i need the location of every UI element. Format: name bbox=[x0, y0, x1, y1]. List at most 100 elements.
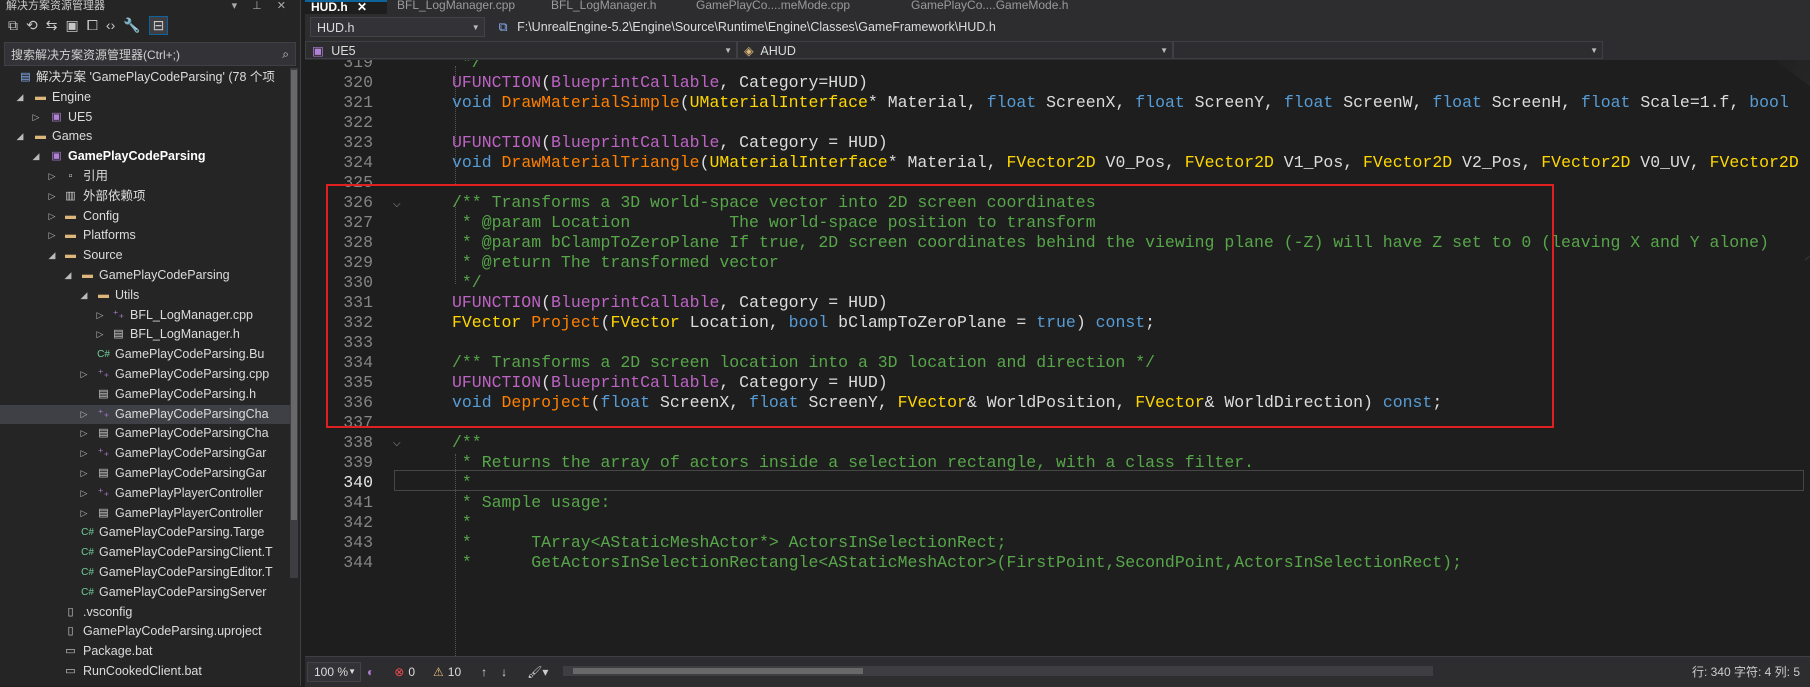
code-span: /** bbox=[452, 433, 482, 452]
solution-search-box[interactable]: 搜索解决方案资源管理器(Ctrl+;) ⌕ bbox=[4, 42, 296, 66]
arrow-up-icon[interactable]: ↑ bbox=[481, 665, 487, 679]
tree-item-platforms[interactable]: ▷ ▬ Platforms bbox=[0, 226, 290, 246]
collapsed-arrow-icon[interactable]: ▷ bbox=[78, 365, 90, 385]
tree-item-file[interactable]: ▭ Package.bat bbox=[0, 642, 290, 662]
file-path-icon: ⧉ bbox=[498, 20, 508, 34]
filter-folder-icon: ▬ bbox=[65, 249, 76, 262]
tree-item-config[interactable]: ▷ ▬ Config bbox=[0, 207, 290, 227]
solution-search-input[interactable]: 搜索解决方案资源管理器(Ctrl+;) bbox=[11, 46, 180, 63]
expanded-arrow-icon[interactable]: ◢ bbox=[14, 88, 26, 108]
tree-item-file[interactable]: C# GamePlayCodeParsing.Bu bbox=[0, 345, 290, 365]
tree-item-engine[interactable]: ◢ ▬ Engine bbox=[0, 88, 290, 108]
chevron-down-icon: ▼ bbox=[471, 23, 480, 32]
tree-item-source-gameplaycodeparsing[interactable]: ◢ ▬ GamePlayCodeParsing bbox=[0, 266, 290, 286]
file-path-box[interactable]: ⧉ F:\UnrealEngine-5.2\Engine\Source\Runt… bbox=[493, 17, 1810, 37]
expanded-arrow-icon[interactable]: ◢ bbox=[14, 127, 26, 147]
switch-views-icon[interactable]: ⧉ bbox=[8, 17, 18, 34]
horizontal-scrollbar[interactable] bbox=[563, 666, 1433, 676]
search-icon[interactable]: ⌕ bbox=[282, 47, 289, 62]
scrollbar-thumb[interactable] bbox=[573, 668, 863, 674]
tree-item-label: GamePlayCodeParsing.cpp bbox=[115, 366, 270, 381]
tree-item-solution[interactable]: ▤ 解决方案 'GamePlayCodeParsing' (78 个项 bbox=[0, 68, 290, 88]
properties-icon[interactable]: 🔧 bbox=[123, 17, 140, 34]
collapsed-arrow-icon[interactable]: ▷ bbox=[30, 108, 42, 128]
code-span: DrawMaterialSimple bbox=[501, 93, 680, 112]
collapsed-arrow-icon[interactable]: ▷ bbox=[78, 504, 90, 524]
collapsed-arrow-icon[interactable]: ▷ bbox=[46, 167, 58, 187]
expanded-arrow-icon[interactable]: ◢ bbox=[46, 246, 58, 266]
tree-item-file[interactable]: C# GamePlayCodeParsing.Targe bbox=[0, 523, 290, 543]
tree-item-gameplaycodeparsing-project[interactable]: ◢ ▣ GamePlayCodeParsing bbox=[0, 147, 290, 167]
tree-item-ue5[interactable]: ▷ ▣ UE5 bbox=[0, 108, 290, 128]
tree-item-file[interactable]: ▷ ▤ GamePlayPlayerController bbox=[0, 504, 290, 524]
tree-item-file[interactable]: C# GamePlayCodeParsingClient.T bbox=[0, 543, 290, 563]
collapsed-arrow-icon[interactable]: ▷ bbox=[78, 464, 90, 484]
collapsed-arrow-icon[interactable]: ▷ bbox=[46, 207, 58, 227]
tree-item-file[interactable]: ▷ ▤ BFL_LogManager.h bbox=[0, 325, 290, 345]
tree-item-file[interactable]: C# GamePlayCodeParsingEditor.T bbox=[0, 563, 290, 583]
tree-item-file[interactable]: ▯ .vsconfig bbox=[0, 603, 290, 623]
tree-item-file[interactable]: ▷ ▤ GamePlayCodeParsingCha bbox=[0, 424, 290, 444]
tree-item-file[interactable]: C# GamePlayCodeParsingServer bbox=[0, 583, 290, 603]
tree-item-file-selected[interactable]: ▷ ⁺₊ GamePlayCodeParsingCha bbox=[0, 404, 290, 425]
member-dropdown[interactable]: ▼ bbox=[1173, 41, 1603, 59]
copilot-icon[interactable]: ◐ bbox=[367, 665, 374, 679]
tree-item-games[interactable]: ◢ ▬ Games bbox=[0, 127, 290, 147]
tree-item-file[interactable]: ▭ RunCookedClient.bat bbox=[0, 662, 290, 682]
expanded-arrow-icon[interactable]: ◢ bbox=[30, 147, 42, 167]
tab-bfl-logmanager-cpp[interactable]: BFL_LogManager.cpp bbox=[391, 0, 543, 14]
warning-count[interactable]: ⚠ 10 bbox=[433, 665, 461, 679]
sync-icon[interactable]: ⇆ bbox=[46, 17, 58, 34]
tree-item-file[interactable]: ▷ ⁺₊ GamePlayCodeParsing.cpp bbox=[0, 365, 290, 385]
tree-item-file[interactable]: ▤ GamePlayCodeParsing.h bbox=[0, 385, 290, 405]
zoom-dropdown[interactable]: 100 % ▼ bbox=[307, 662, 361, 682]
history-icon[interactable]: ⟲ bbox=[26, 17, 38, 34]
tree-item-external-dependencies[interactable]: ▷ ▥ 外部依赖项 bbox=[0, 187, 290, 207]
tab-gamemode-h[interactable]: GamePlayCo....GameMode.h bbox=[905, 0, 1117, 14]
tree-item-label: RunCookedClient.bat bbox=[83, 663, 202, 678]
tree-item-file[interactable]: ▷ ⁺₊ GamePlayPlayerController bbox=[0, 484, 290, 504]
collapsed-arrow-icon[interactable]: ▷ bbox=[78, 444, 90, 464]
show-all-files-icon[interactable]: ⧠ bbox=[87, 17, 98, 34]
expanded-arrow-icon[interactable]: ◢ bbox=[62, 266, 74, 286]
preview-icon[interactable]: ⊟ bbox=[148, 15, 169, 35]
tree-item-label: GamePlayCodeParsing.uproject bbox=[83, 624, 262, 639]
panel-controls[interactable]: ▾ ⊥ ✕ bbox=[232, 0, 300, 12]
project-dropdown[interactable]: ▣ UE5 ▼ bbox=[305, 41, 737, 59]
solution-icon: ▤ bbox=[20, 71, 31, 83]
error-icon: ⊗ bbox=[394, 665, 405, 679]
scope-dropdown[interactable]: ◈ AHUD ▼ bbox=[737, 41, 1173, 59]
tab-gamemode-cpp[interactable]: GamePlayCo....meMode.cpp bbox=[690, 0, 902, 14]
tree-item-references[interactable]: ▷ ▫ 引用 bbox=[0, 167, 290, 187]
collapsed-arrow-icon[interactable]: ▷ bbox=[78, 484, 90, 504]
collapsed-arrow-icon[interactable]: ▷ bbox=[78, 424, 90, 444]
code-span: * GetActorsInSelectionRectangle<AStaticM… bbox=[452, 553, 1462, 572]
collapsed-arrow-icon[interactable]: ▷ bbox=[46, 187, 58, 207]
tree-item-label: BFL_LogManager.h bbox=[130, 327, 240, 342]
scrollbar-thumb[interactable] bbox=[291, 70, 297, 520]
error-count[interactable]: ⊗ 0 bbox=[394, 665, 415, 679]
tree-item-source[interactable]: ◢ ▬ Source bbox=[0, 246, 290, 266]
tree-item-file[interactable]: ▷ ⁺₊ GamePlayCodeParsingGar bbox=[0, 444, 290, 464]
collapsed-arrow-icon[interactable]: ▷ bbox=[78, 405, 90, 425]
arrow-down-icon[interactable]: ↓ bbox=[501, 665, 507, 679]
tab-bfl-logmanager-h[interactable]: BFL_LogManager.h bbox=[545, 0, 687, 14]
tree-item-file[interactable]: ▷ ⁺₊ BFL_LogManager.cpp bbox=[0, 306, 290, 326]
tree-item-utils[interactable]: ◢ ▬ Utils bbox=[0, 286, 290, 306]
collapse-all-icon[interactable]: ▣ bbox=[65, 17, 78, 34]
collapsed-arrow-icon[interactable]: ▷ bbox=[94, 325, 106, 345]
tree-item-file[interactable]: ▷ ▤ GamePlayCodeParsingGar bbox=[0, 464, 290, 484]
highlight-annotation-box bbox=[326, 184, 1554, 428]
tree-item-file[interactable]: ▯ GamePlayCodeParsing.uproject bbox=[0, 622, 290, 642]
fold-collapse-icon[interactable]: ⌵ bbox=[393, 438, 401, 449]
collapsed-arrow-icon[interactable]: ▷ bbox=[94, 306, 106, 326]
code-cleanup-icon[interactable]: 🖌▾ bbox=[527, 665, 548, 679]
expanded-arrow-icon[interactable]: ◢ bbox=[78, 286, 90, 306]
collapsed-arrow-icon[interactable]: ▷ bbox=[46, 226, 58, 246]
code-view-icon[interactable]: ‹› bbox=[106, 17, 115, 33]
cursor-position: 行: 340 字符: 4 列: 5 bbox=[1691, 665, 1800, 679]
file-dropdown[interactable]: HUD.h ▼ bbox=[310, 17, 485, 37]
code-span: float bbox=[1135, 93, 1185, 112]
close-icon[interactable]: ✕ bbox=[357, 2, 367, 14]
solution-scrollbar[interactable] bbox=[290, 68, 298, 578]
